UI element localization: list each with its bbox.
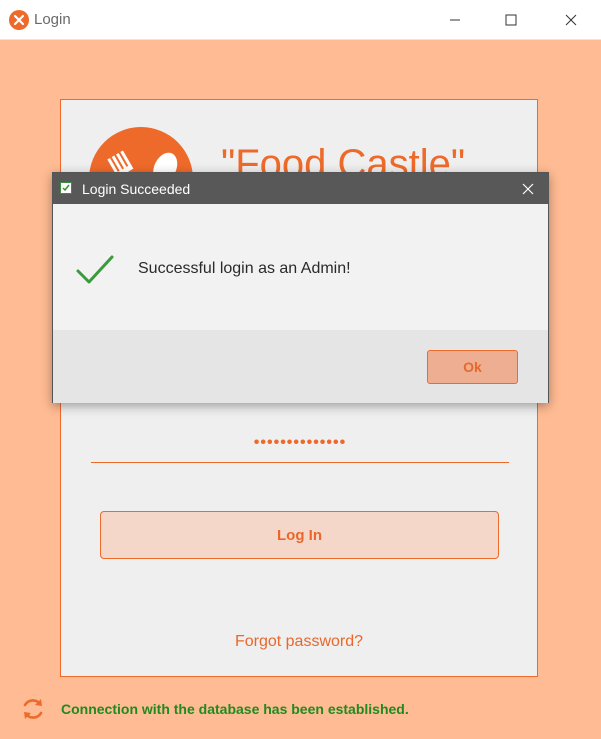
dialog-check-icon: [60, 182, 72, 194]
dialog-close-icon[interactable]: [508, 173, 548, 204]
dialog-titlebar: Login Succeeded: [53, 173, 548, 204]
dialog-message: Successful login as an Admin!: [138, 260, 351, 277]
maximize-icon[interactable]: [488, 0, 534, 39]
close-icon[interactable]: [548, 0, 594, 39]
app-logo-icon: [9, 10, 29, 30]
minimize-icon[interactable]: [432, 0, 478, 39]
login-button[interactable]: Log In: [100, 511, 499, 559]
ok-button[interactable]: Ok: [427, 350, 518, 384]
dialog-title: Login Succeeded: [82, 181, 191, 197]
forgot-password-link[interactable]: Forgot password?: [60, 633, 538, 651]
window-title: Login: [34, 11, 71, 28]
window-titlebar: Login: [0, 0, 601, 40]
password-field[interactable]: ••••••••••••••: [91, 434, 509, 460]
password-underline: [91, 462, 509, 463]
login-succeeded-dialog: Login Succeeded Successful login as an A…: [52, 172, 549, 403]
checkmark-icon: [75, 253, 115, 292]
sync-icon: [20, 696, 46, 722]
status-message: Connection with the database has been es…: [61, 701, 409, 717]
